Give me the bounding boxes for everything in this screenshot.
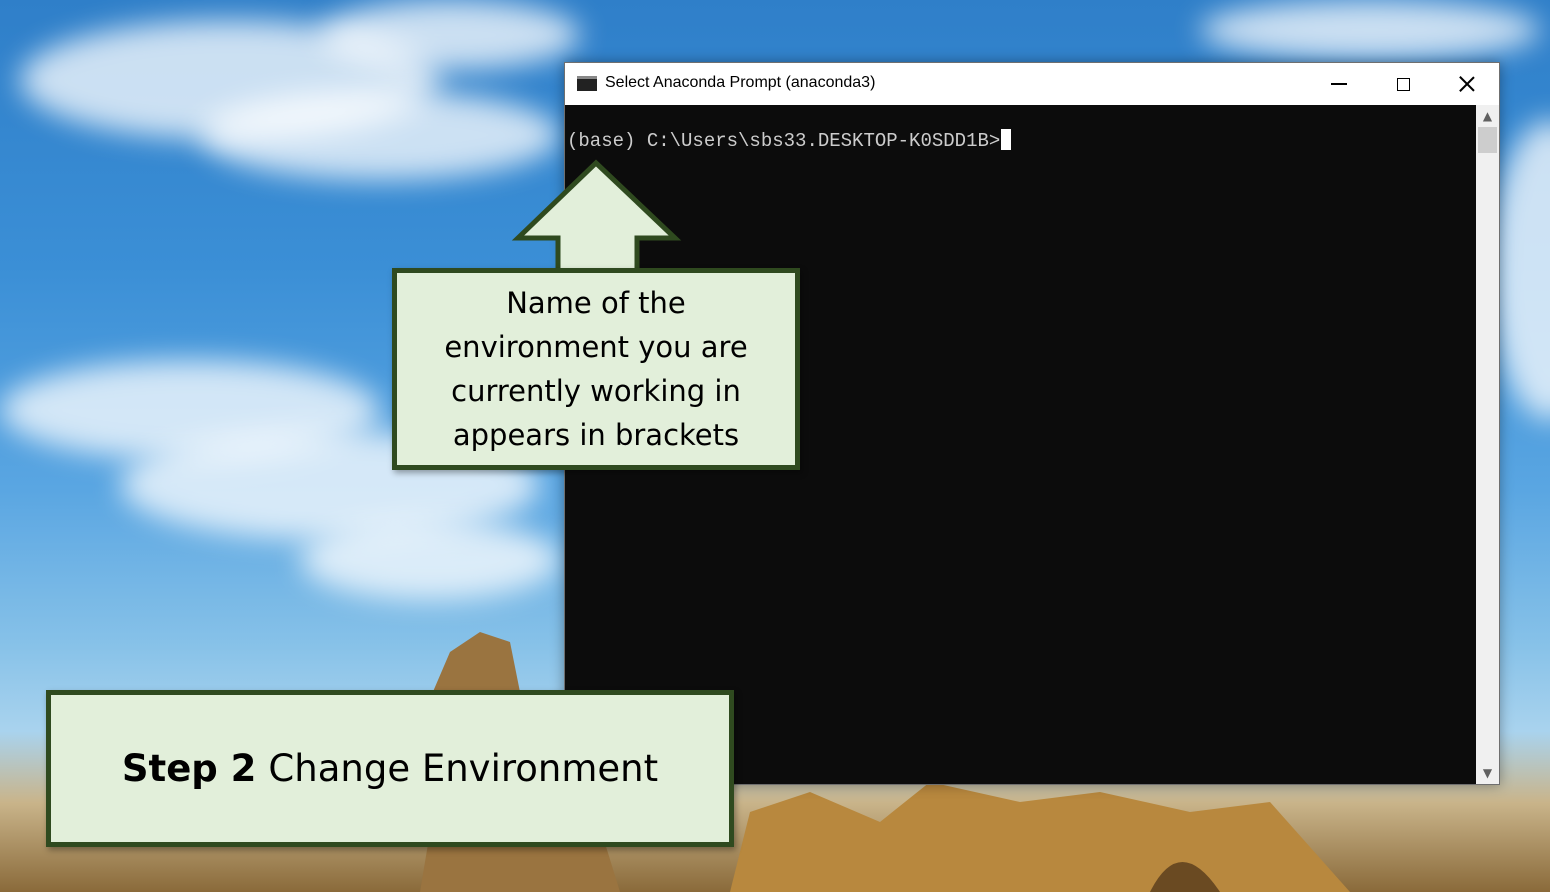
prompt-line: (base) C:\Users\sbs33.DESKTOP-K0SDD1B> [567, 129, 1012, 152]
maximize-icon [1396, 77, 1410, 91]
window-title: Select Anaconda Prompt (anaconda3) [605, 74, 876, 91]
step-text: Change Environment [268, 747, 659, 790]
callout-up-arrow-icon [511, 159, 682, 276]
scroll-up-arrow-icon[interactable]: ▲ [1476, 105, 1499, 127]
scroll-down-arrow-icon[interactable]: ▼ [1476, 762, 1499, 784]
title-bar[interactable]: Select Anaconda Prompt (anaconda3) [565, 63, 1499, 105]
close-icon [1459, 76, 1475, 92]
prompt-text: (base) C:\Users\sbs33.DESKTOP-K0SDD1B> [567, 130, 1001, 152]
step-banner: Step 2 Change Environment [46, 690, 734, 847]
maximize-button[interactable] [1371, 63, 1435, 105]
minimize-icon [1331, 83, 1347, 85]
scroll-thumb[interactable] [1478, 127, 1497, 153]
close-button[interactable] [1435, 63, 1499, 105]
callout-text: Name of the environment you are currentl… [444, 286, 748, 452]
minimize-button[interactable] [1307, 63, 1371, 105]
rock-formation-right [730, 782, 1350, 892]
step-label: Step 2 [121, 747, 257, 790]
text-cursor [1001, 129, 1012, 150]
vertical-scrollbar[interactable]: ▲ ▼ [1476, 105, 1499, 784]
console-icon [577, 76, 597, 91]
environment-callout: Name of the environment you are currentl… [392, 268, 800, 470]
